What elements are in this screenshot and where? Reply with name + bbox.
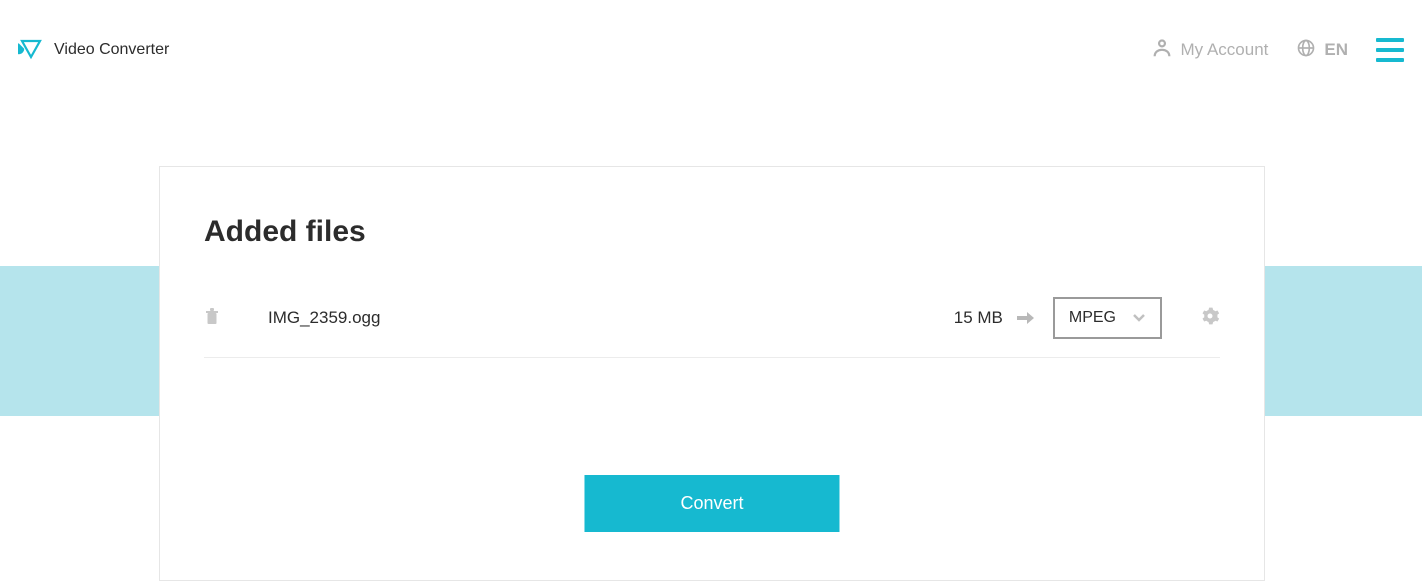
- globe-icon: [1296, 38, 1316, 63]
- added-files-card: Added files IMG_2359.ogg 15 MB MPEG: [159, 166, 1265, 581]
- file-row: IMG_2359.ogg 15 MB MPEG: [204, 297, 1220, 358]
- header: Video Converter My Account EN: [0, 0, 1422, 100]
- format-value: MPEG: [1069, 309, 1116, 327]
- logo-section[interactable]: Video Converter: [18, 37, 169, 63]
- person-icon: [1151, 37, 1173, 64]
- header-right: My Account EN: [1151, 34, 1405, 66]
- my-account-label: My Account: [1181, 40, 1269, 60]
- chevron-down-icon: [1132, 313, 1146, 323]
- language-label: EN: [1324, 40, 1348, 60]
- convert-button[interactable]: Convert: [584, 475, 839, 532]
- delete-button[interactable]: [204, 307, 220, 330]
- language-selector[interactable]: EN: [1296, 38, 1348, 63]
- format-dropdown[interactable]: MPEG: [1053, 297, 1162, 339]
- trash-icon: [204, 307, 220, 330]
- card-title: Added files: [204, 215, 1220, 249]
- gear-icon: [1200, 306, 1220, 331]
- hamburger-icon: [1376, 58, 1404, 62]
- settings-button[interactable]: [1200, 306, 1220, 331]
- arrow-right-icon: [1017, 311, 1035, 325]
- file-size: 15 MB: [954, 308, 1003, 328]
- app-title: Video Converter: [54, 41, 169, 59]
- hamburger-icon: [1376, 38, 1404, 42]
- file-name: IMG_2359.ogg: [268, 308, 954, 328]
- hamburger-icon: [1376, 48, 1404, 52]
- logo-icon: [18, 37, 44, 63]
- my-account-link[interactable]: My Account: [1151, 37, 1269, 64]
- menu-button[interactable]: [1376, 34, 1404, 66]
